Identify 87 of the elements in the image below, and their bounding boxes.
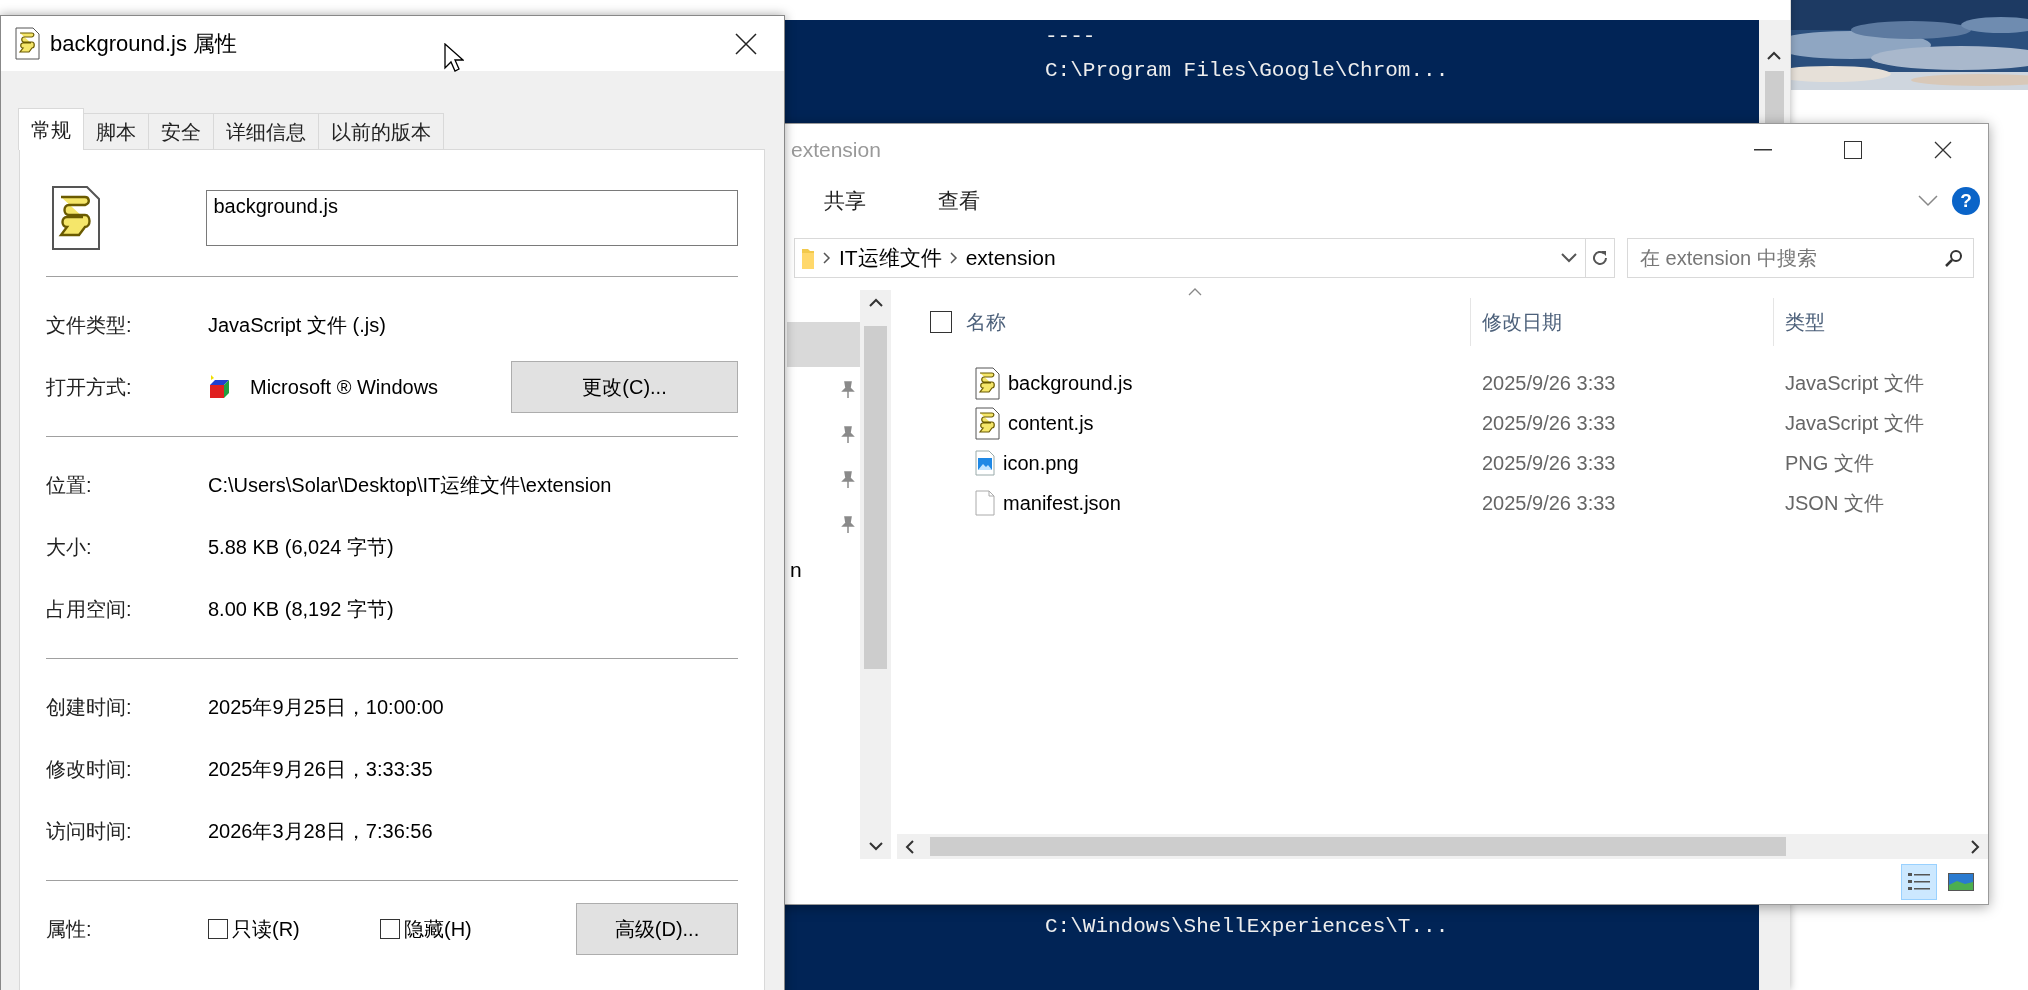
minimize-icon <box>1754 149 1772 151</box>
field-value: JavaScript 文件 (.js) <box>208 313 386 338</box>
nav-item[interactable]: n <box>787 547 860 592</box>
chevron-right-icon <box>823 251 831 264</box>
file-date: 2025/9/26 3:33 <box>1481 491 1617 516</box>
list-icon <box>1907 870 1931 893</box>
select-all-checkbox[interactable] <box>930 311 952 333</box>
pin-icon <box>840 515 856 534</box>
scrollbar-thumb[interactable] <box>930 837 1786 856</box>
scroll-up-icon[interactable] <box>1767 51 1781 60</box>
file-name[interactable]: icon.png <box>1003 448 1079 478</box>
window-title: extension <box>791 137 881 164</box>
image-icon <box>1948 872 1974 891</box>
console-line: C:\Program Files\Google\Chrom... <box>1045 58 1450 84</box>
blank-file-icon <box>975 490 995 516</box>
file-name[interactable]: manifest.json <box>1003 488 1121 518</box>
checkbox-label[interactable]: 只读(R) <box>232 914 300 944</box>
console-line: ---- <box>1045 24 1097 50</box>
file-date: 2025/9/26 3:33 <box>1481 411 1617 436</box>
script-file-icon <box>975 406 1000 440</box>
ribbon-tab[interactable]: 查看 <box>902 185 1016 217</box>
field-label: 文件类型: <box>46 313 133 338</box>
scroll-right-icon[interactable] <box>1971 839 1980 854</box>
field-value: 2025年9月25日，10:00:00 <box>208 695 444 720</box>
scroll-down-icon[interactable] <box>868 842 883 851</box>
file-type: PNG 文件 <box>1784 451 1875 476</box>
dropdown-icon[interactable] <box>1561 252 1577 263</box>
scrollbar-thumb[interactable] <box>864 326 887 669</box>
console-line: C:\Windows\ShellExperiences\T... <box>1045 914 1450 940</box>
sort-ascending-icon <box>1188 288 1202 296</box>
script-file-icon <box>51 185 101 251</box>
image-file-icon <box>975 450 995 476</box>
breadcrumb-item[interactable]: extension <box>965 241 1056 274</box>
close-icon <box>1934 141 1952 159</box>
field-label: 访问时间: <box>46 819 133 844</box>
details-view-button[interactable] <box>1901 863 1937 900</box>
checkbox[interactable] <box>208 919 228 939</box>
file-name[interactable]: background.js <box>1008 368 1133 398</box>
pin-icon <box>840 380 856 399</box>
scroll-left-icon[interactable] <box>905 839 914 854</box>
file-type: JavaScript 文件 <box>1784 371 1925 396</box>
file-date: 2025/9/26 3:33 <box>1481 371 1617 396</box>
field-label: 属性: <box>46 917 93 942</box>
expand-ribbon-icon[interactable] <box>1918 195 1938 207</box>
field-value: 2025年9月26日，3:33:35 <box>208 757 433 782</box>
field-value: 5.88 KB (6,024 字节) <box>208 535 394 560</box>
scrollbar-thumb[interactable] <box>1765 71 1784 123</box>
field-value: C:\Users\Solar\Desktop\IT运维文件\extension <box>208 473 612 498</box>
tab[interactable]: 以前的版本 <box>318 113 444 149</box>
script-file-icon <box>975 366 1000 400</box>
address-bar[interactable]: IT运维文件 extension <box>794 237 1586 278</box>
field-label: 大小: <box>46 535 93 560</box>
checkbox-label[interactable]: 隐藏(H) <box>404 914 472 944</box>
field-value: 2026年3月28日，7:36:56 <box>208 819 433 844</box>
column-header[interactable]: 名称 <box>966 298 1470 346</box>
field-label: 位置: <box>46 473 93 498</box>
ribbon-tab[interactable]: 共享 <box>788 185 902 217</box>
field-label: 占用空间: <box>46 597 133 622</box>
column-header[interactable]: 类型 <box>1773 298 1988 346</box>
file-date: 2025/9/26 3:33 <box>1481 451 1617 476</box>
advanced-button[interactable]: 高级(D)... <box>576 903 738 955</box>
file-type: JSON 文件 <box>1784 491 1885 516</box>
name-field[interactable]: background.js <box>206 190 738 246</box>
tab[interactable]: 常规 <box>18 108 84 150</box>
maximize-icon <box>1844 141 1862 159</box>
refresh-icon[interactable] <box>1591 248 1609 267</box>
search-box[interactable]: 在 extension 中搜索 <box>1627 237 1974 278</box>
field-label: 打开方式: <box>46 375 133 400</box>
breadcrumb-item[interactable]: IT运维文件 <box>839 241 942 274</box>
chevron-right-icon <box>949 251 958 264</box>
change-button[interactable]: 更改(C)... <box>511 361 738 413</box>
dialog-title: background.js 属性 <box>50 30 238 58</box>
field-label: 修改时间: <box>46 757 133 782</box>
field-value: 8.00 KB (8,192 字节) <box>208 597 394 622</box>
pin-icon <box>840 470 856 489</box>
column-header[interactable]: 修改日期 <box>1470 298 1773 346</box>
file-name[interactable]: content.js <box>1008 408 1094 438</box>
checkbox[interactable] <box>380 919 400 939</box>
search-icon <box>1945 248 1963 267</box>
close-icon <box>735 32 757 55</box>
scroll-up-icon[interactable] <box>868 298 883 307</box>
pin-icon <box>840 425 856 444</box>
field-label: 创建时间: <box>46 695 133 720</box>
file-type: JavaScript 文件 <box>1784 411 1925 436</box>
help-button[interactable]: ? <box>1952 187 1980 215</box>
script-file-icon <box>15 27 40 60</box>
field-value: Microsoft ® Windows <box>250 375 439 400</box>
